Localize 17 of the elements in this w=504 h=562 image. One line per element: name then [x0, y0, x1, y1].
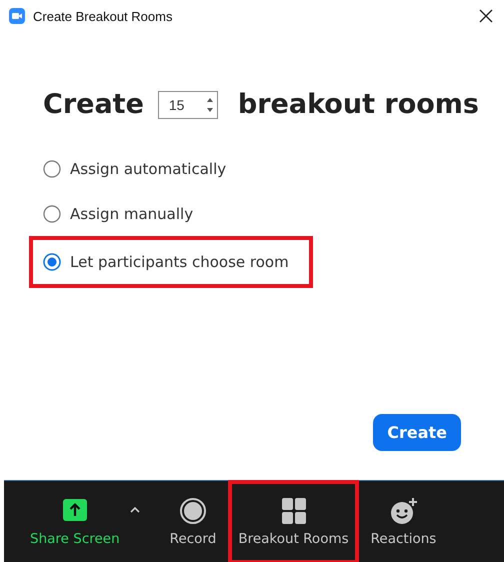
toolbar-button[interactable]: Share Screen: [24, 484, 126, 560]
radio-option[interactable]: Assign automatically: [43, 150, 226, 187]
toolbar-button[interactable]: Reactions: [364, 484, 442, 560]
record-icon: [177, 497, 209, 525]
radio-option[interactable]: Let participants choose room: [43, 244, 289, 280]
close-button[interactable]: [478, 8, 494, 24]
toolbar-button[interactable]: Record: [164, 484, 222, 560]
toolbar-button[interactable]: Breakout Rooms: [232, 484, 355, 560]
close-icon: [478, 8, 494, 24]
heading-text: breakout rooms: [238, 89, 479, 120]
heading-text: Create: [43, 89, 144, 120]
window-title: Create Breakout Rooms: [33, 8, 174, 24]
radio-option[interactable]: Assign manually: [43, 195, 194, 232]
create-button[interactable]: Create: [373, 414, 461, 451]
video-camera-icon: [9, 8, 25, 24]
caret-icon[interactable]: [130, 506, 140, 514]
room-count-field[interactable]: 15: [158, 90, 218, 118]
